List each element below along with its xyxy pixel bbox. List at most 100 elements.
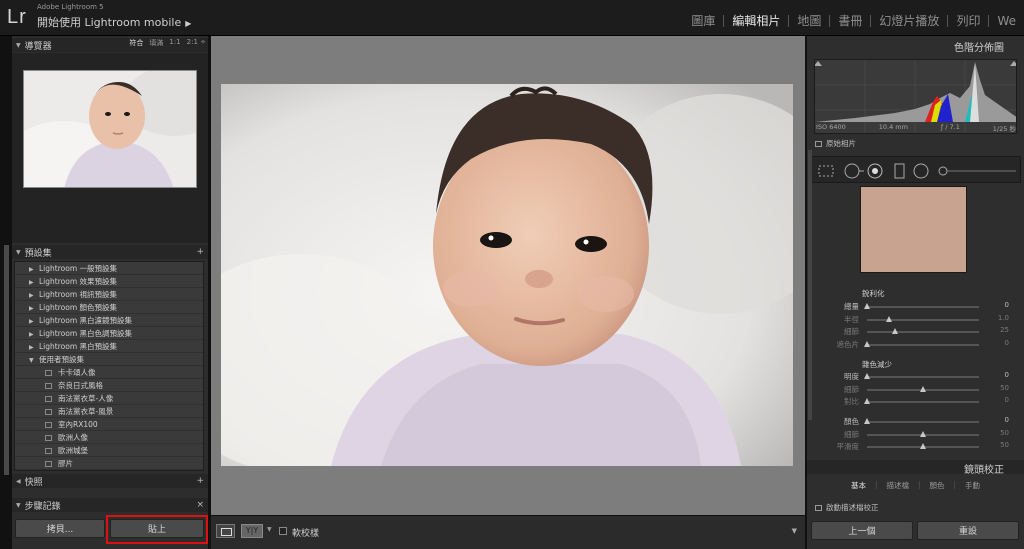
slider-value[interactable]: 0 [1005, 416, 1009, 424]
module-tab[interactable]: 編輯相片 [724, 12, 788, 29]
slider-row[interactable]: 半徑 1.0 [819, 314, 1009, 325]
slider-row[interactable]: 總量 0 [819, 301, 1009, 312]
slider-knob[interactable] [864, 303, 870, 309]
slider-track[interactable] [867, 306, 979, 308]
slider-row[interactable]: 顏色 0 [819, 416, 1009, 427]
slider-label: 細節 [844, 327, 859, 336]
slider-row[interactable]: 細節 25 [819, 326, 1009, 337]
navigator-zoom-option[interactable]: 2:1 ÷ [187, 38, 206, 48]
module-tab[interactable]: 書冊 [830, 12, 870, 29]
module-tab[interactable]: 幻燈片播放 [871, 12, 947, 29]
slider-value[interactable]: 25 [1000, 326, 1009, 334]
preset-item[interactable]: ▶ Lightroom 一般預設集 [15, 262, 203, 275]
preset-item[interactable]: ▶ Lightroom 黑白色調預設集 [15, 327, 203, 340]
lens-correction-title[interactable]: 鏡頭校正 [964, 461, 1004, 476]
slider-row[interactable]: 細節 50 [819, 429, 1009, 440]
navigator-zoom-option[interactable]: 填滿 [149, 38, 163, 48]
slider-knob[interactable] [920, 443, 926, 449]
preset-item[interactable]: ▶ Lightroom 黑白濾鏡預設集 [15, 314, 203, 327]
clear-history-icon[interactable]: × [196, 500, 204, 510]
preset-icon [45, 396, 52, 402]
original-photo-toggle[interactable]: 原始相片 [815, 138, 856, 149]
slider-knob[interactable] [892, 328, 898, 334]
loupe-view-button[interactable] [216, 524, 235, 538]
preset-item[interactable]: ▶ Lightroom 效果預設集 [15, 275, 203, 288]
navigator-preview[interactable] [23, 70, 197, 188]
toolbar-menu-chevron-icon[interactable]: ▼ [792, 527, 797, 535]
lens-tab[interactable]: 描述檔 [886, 480, 909, 491]
preset-item[interactable]: ▶ Lightroom 黑白預設集 [15, 340, 203, 353]
preset-item[interactable]: ▶ Lightroom 顏色預設集 [15, 301, 203, 314]
navigator-zoom-option[interactable]: 1:1 [169, 38, 180, 48]
slider-value[interactable]: 1.0 [998, 314, 1009, 322]
lens-tab[interactable]: 基本 [851, 480, 866, 491]
preset-item[interactable]: 歐洲人像 [15, 431, 203, 444]
slider-row[interactable]: 遮色片 0 [819, 339, 1010, 350]
preset-item[interactable]: 卡卡頌人像 [15, 366, 203, 379]
preset-item[interactable]: 室內RX100 [15, 418, 203, 431]
slider-value[interactable]: 50 [1000, 441, 1009, 449]
slider-row[interactable]: 細節 50 [819, 384, 1009, 395]
slider-row[interactable]: 明度 0 [819, 371, 1009, 382]
slider-track[interactable] [867, 331, 979, 333]
previous-button[interactable]: 上一個 [811, 521, 913, 540]
lens-tab[interactable]: 手動 [965, 480, 980, 491]
slider-track[interactable] [867, 401, 979, 403]
add-preset-icon[interactable]: + [196, 247, 204, 257]
preset-icon [45, 383, 52, 389]
preset-item[interactable]: 歐洲城堡 [15, 444, 203, 457]
presets-header[interactable]: ▼ 預設集 + [12, 245, 208, 259]
preset-item[interactable]: 南法黨衣草-風景 [15, 405, 203, 418]
slider-value[interactable]: 0 [1005, 371, 1009, 379]
slider-knob[interactable] [886, 315, 893, 322]
before-after-button[interactable]: Y|Y [241, 524, 263, 538]
slider-value[interactable]: 0 [1005, 339, 1009, 347]
slider-knob[interactable] [920, 430, 926, 437]
left-panel-scrollbar[interactable] [4, 245, 9, 475]
slider-knob[interactable] [864, 340, 870, 347]
preset-item[interactable]: 南法黨衣草-人像 [15, 392, 203, 405]
slider-track[interactable] [867, 343, 979, 346]
slider-row[interactable]: 對比 0 [819, 396, 1009, 407]
module-tab[interactable]: 列印 [948, 12, 988, 29]
slider-knob[interactable] [864, 418, 870, 424]
slider-row[interactable]: 平滑度 50 [819, 441, 1010, 452]
preset-item[interactable]: 奈良日式風格 [15, 379, 203, 392]
identity-plate[interactable]: 開始使用 Lightroom mobile ▶ [37, 14, 191, 30]
preset-item[interactable]: ▶ Lightroom 視訊預設集 [15, 288, 203, 301]
enable-profile-checkbox[interactable] [815, 505, 822, 511]
slider-knob[interactable] [864, 398, 870, 404]
softproof-checkbox[interactable] [279, 527, 287, 535]
enable-profile-correction[interactable]: 啟動描述檔校正 [815, 502, 879, 513]
preset-item[interactable]: 膠片 [15, 457, 203, 470]
preset-item[interactable]: ▼ 使用者預設集 [15, 353, 203, 366]
top-bar: Lr Adobe Lightroom 5 開始使用 Lightroom mobi… [0, 0, 1024, 36]
reset-button[interactable]: 重設 [917, 521, 1019, 540]
main-photo[interactable] [221, 84, 793, 466]
navigator-zoom-option[interactable]: 符合 [129, 38, 143, 48]
lens-tab[interactable]: 顏色 [930, 480, 945, 491]
add-snapshot-icon[interactable]: + [196, 476, 204, 486]
right-panel-scrollbar[interactable] [808, 150, 812, 420]
identity-plate-label: 開始使用 Lightroom mobile [37, 16, 182, 29]
slider-value[interactable]: 50 [1000, 384, 1009, 392]
slider-value[interactable]: 0 [1005, 396, 1009, 404]
slider-track[interactable] [867, 318, 979, 321]
chevron-down-icon[interactable]: ▼ [267, 526, 272, 533]
copy-settings-button[interactable]: 拷貝... [15, 519, 105, 538]
slider-track[interactable] [867, 376, 979, 378]
histogram-title[interactable]: 色階分佈圖 [954, 39, 1004, 54]
expand-triangle-icon: ◀ [16, 477, 21, 485]
history-header[interactable]: ▼ 步驟記錄 × [12, 498, 208, 512]
snapshots-header[interactable]: ◀ 快照 + [12, 474, 208, 488]
module-tab[interactable]: We [989, 14, 1024, 28]
slider-value[interactable]: 50 [1000, 429, 1009, 437]
module-tab[interactable]: 圖庫 [683, 12, 723, 29]
module-tab[interactable]: 地圖 [789, 12, 829, 29]
slider-knob[interactable] [920, 385, 926, 392]
slider-track[interactable] [867, 421, 979, 423]
slider-knob[interactable] [864, 373, 870, 379]
collapsed-triangle-icon: ▶ [29, 279, 34, 286]
original-photo-checkbox[interactable] [815, 141, 822, 147]
slider-value[interactable]: 0 [1005, 301, 1009, 309]
